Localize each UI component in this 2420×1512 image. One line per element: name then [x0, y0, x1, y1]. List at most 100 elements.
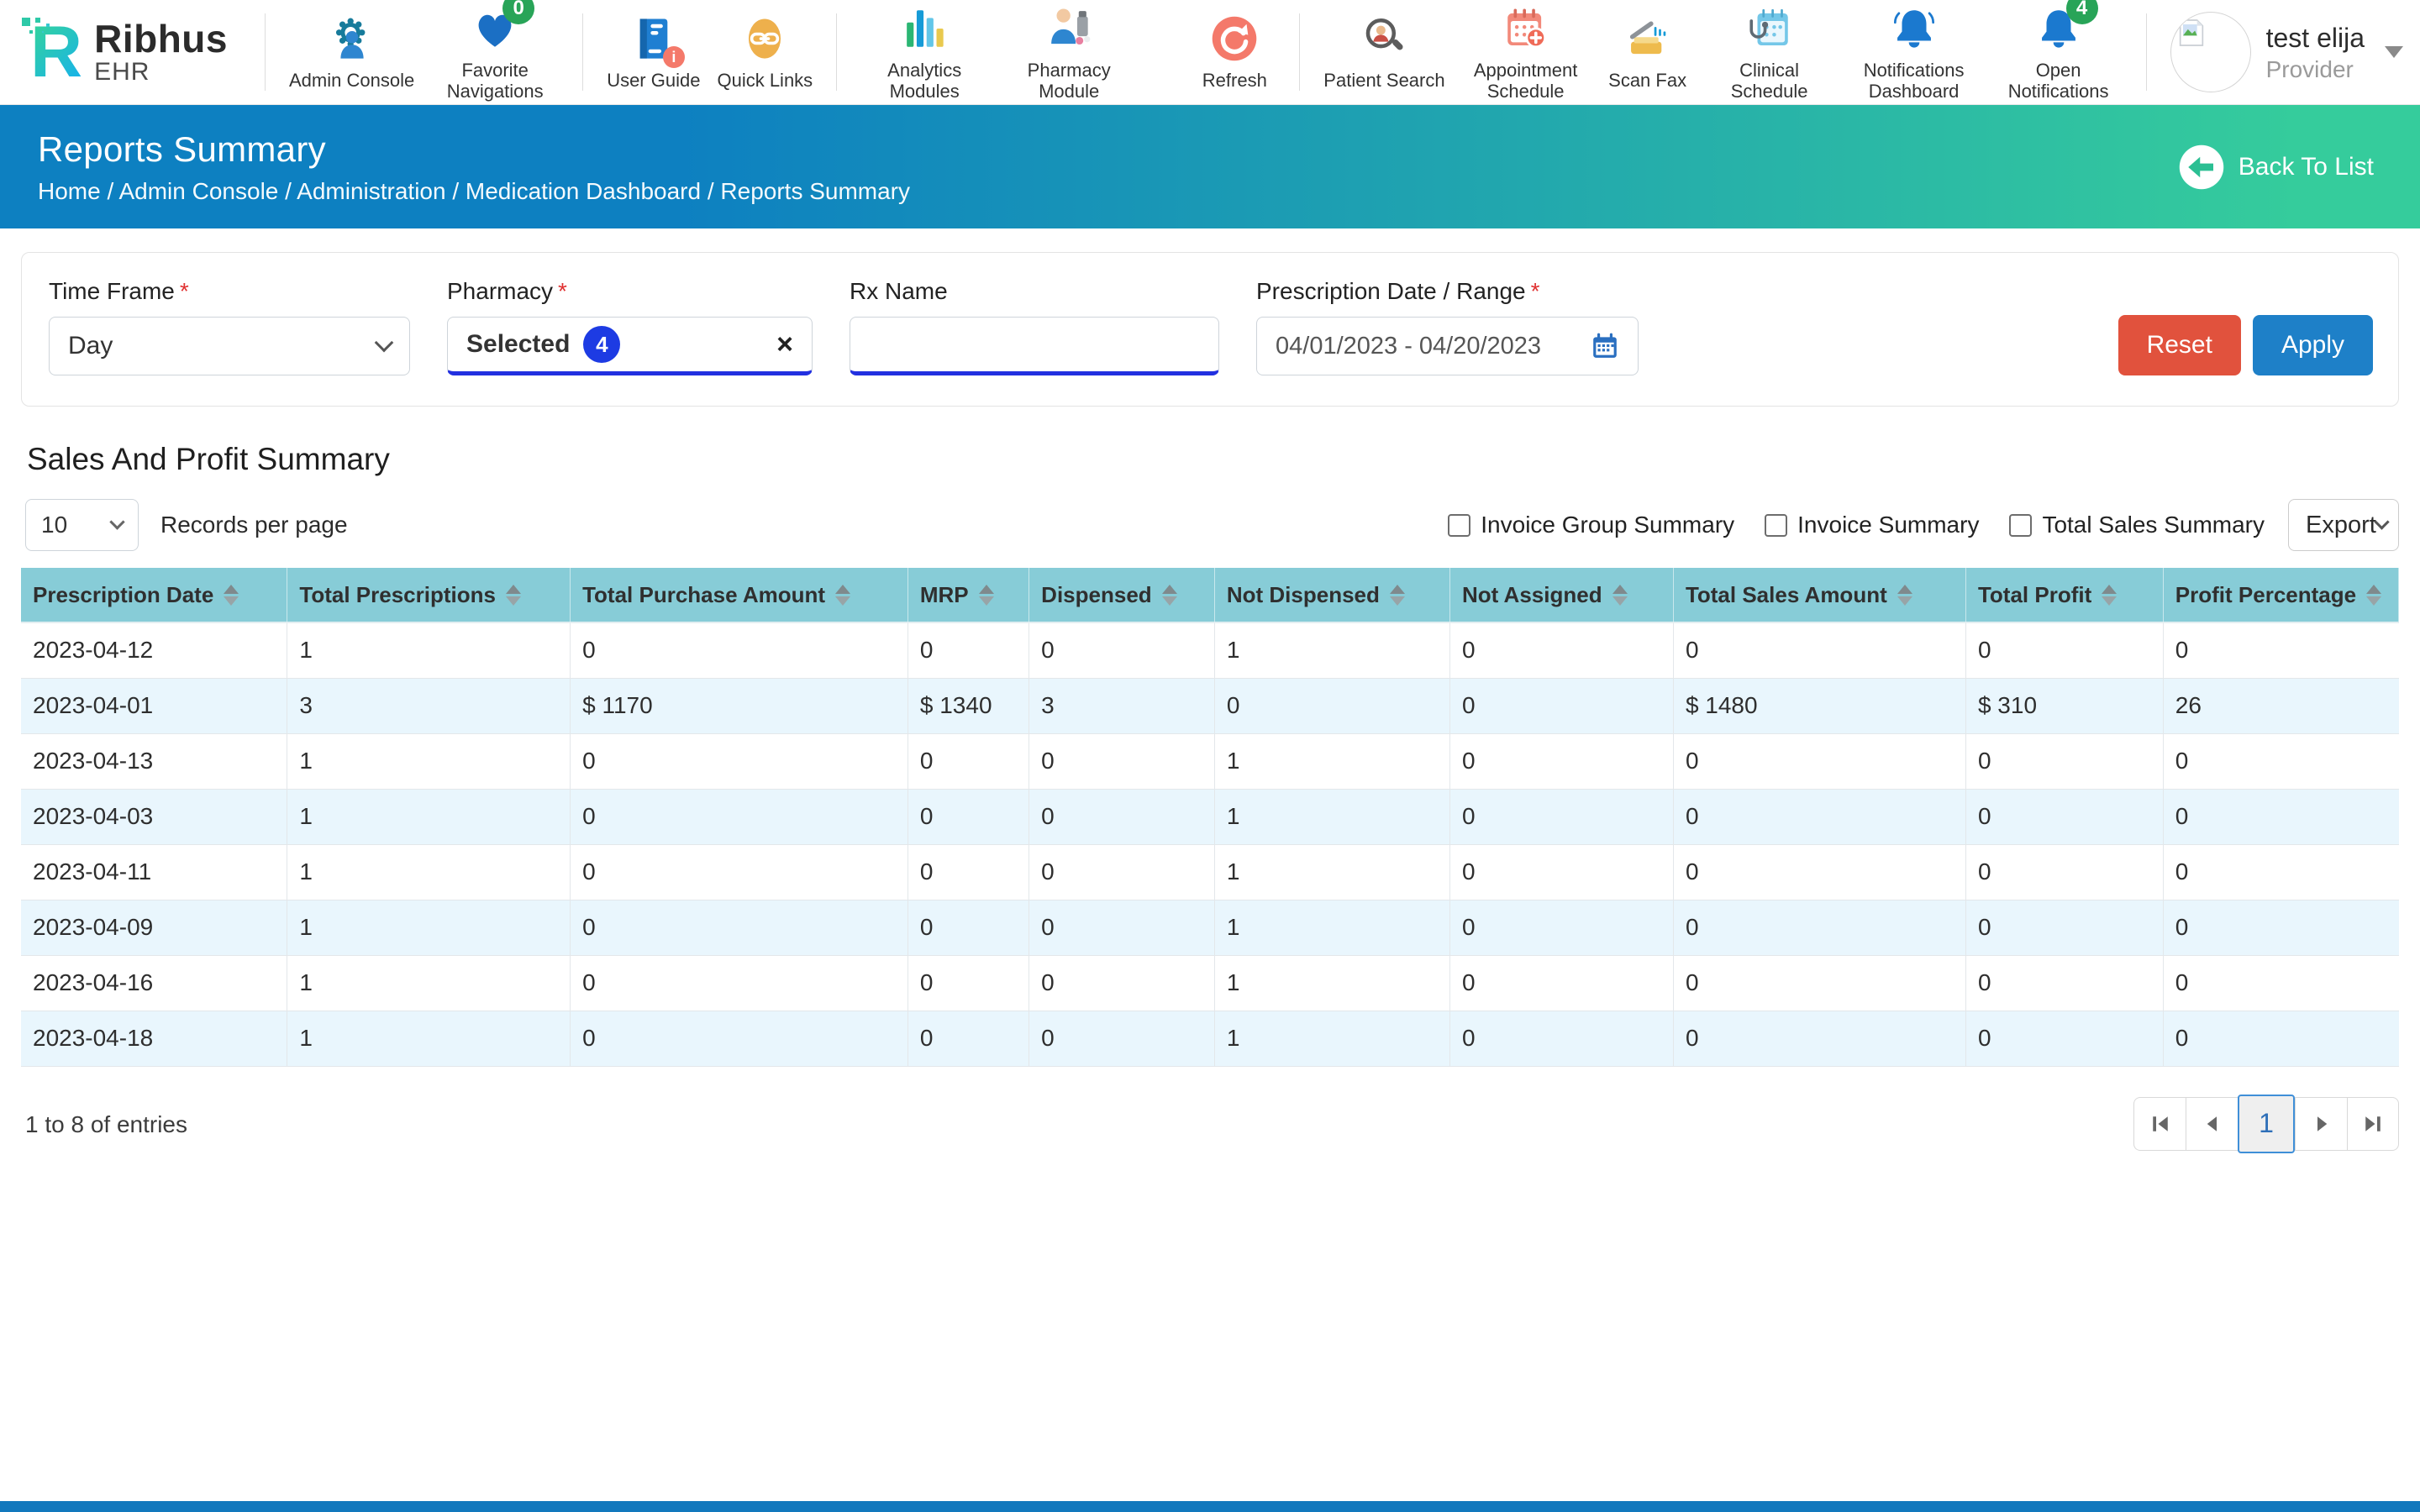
table-cell: 0	[908, 900, 1028, 955]
table-cell: 1	[287, 1011, 571, 1066]
book-icon: i	[629, 13, 678, 65]
clear-icon[interactable]: ×	[776, 330, 793, 359]
pagination: 1	[2133, 1097, 2399, 1153]
brand-name: Ribhus	[94, 18, 228, 59]
pharmacy-multiselect[interactable]: Selected 4 ×	[447, 317, 813, 375]
sort-icon[interactable]	[979, 585, 994, 606]
table-cell: 0	[1673, 733, 1965, 789]
user-menu[interactable]: test elija Provider	[2170, 12, 2403, 92]
sort-icon[interactable]	[1897, 585, 1912, 606]
nav-scan-fax[interactable]: Scan Fax	[1598, 9, 1697, 94]
nav-label: Refresh	[1202, 70, 1267, 91]
column-header[interactable]: Total Purchase Amount	[571, 568, 908, 622]
nav-appointment-schedule[interactable]: Appointment Schedule	[1454, 0, 1598, 105]
column-header[interactable]: Total Sales Amount	[1673, 568, 1965, 622]
table-cell: 0	[1449, 678, 1673, 733]
nav-patient-search[interactable]: Patient Search	[1315, 9, 1453, 94]
table-cell: 0	[1673, 900, 1965, 955]
nav-pharmacy-module[interactable]: Pharmacy Module	[997, 0, 1141, 105]
nav-label: Patient Search	[1323, 70, 1444, 91]
page-title: Reports Summary	[38, 129, 910, 170]
total-sales-summary-checkbox[interactable]: Total Sales Summary	[2009, 512, 2265, 538]
column-header[interactable]: Total Profit	[1965, 568, 2163, 622]
table-cell: 0	[571, 622, 908, 678]
table-row: 2023-04-12100010000	[21, 622, 2399, 678]
date-range-input[interactable]: 04/01/2023 - 04/20/2023	[1256, 317, 1639, 375]
export-button[interactable]: Export	[2288, 499, 2399, 551]
records-per-page-select[interactable]: 10	[25, 499, 139, 551]
reset-button[interactable]: Reset	[2118, 315, 2241, 375]
rx-name-input[interactable]	[869, 318, 1200, 371]
next-page-icon	[2309, 1111, 2334, 1137]
invoice-group-summary-checkbox[interactable]: Invoice Group Summary	[1448, 512, 1734, 538]
calendar-icon[interactable]	[1591, 332, 1619, 360]
bell-icon	[1890, 3, 1939, 55]
table-cell: 0	[1965, 900, 2163, 955]
table-cell: 0	[2163, 955, 2398, 1011]
sort-icon[interactable]	[506, 585, 521, 606]
column-header[interactable]: Total Prescriptions	[287, 568, 571, 622]
sort-icon[interactable]	[1162, 585, 1177, 606]
first-page-button[interactable]	[2133, 1097, 2186, 1151]
sort-icon[interactable]	[224, 585, 239, 606]
sort-icon[interactable]	[1390, 585, 1405, 606]
sort-icon[interactable]	[2366, 585, 2381, 606]
nav-user-guide[interactable]: i User Guide	[598, 9, 708, 94]
back-to-list-button[interactable]: Back To List	[2178, 144, 2374, 191]
time-frame-select[interactable]: Day	[49, 317, 410, 375]
next-page-button[interactable]	[2295, 1097, 2347, 1151]
filter-panel: Time Frame* Day Pharmacy* Selected 4 × R…	[21, 252, 2399, 407]
table-cell: 2023-04-13	[21, 733, 287, 789]
brand-logo[interactable]: R Ribhus EHR	[25, 16, 228, 88]
nav-refresh[interactable]: Refresh	[1185, 9, 1284, 94]
required-asterisk: *	[558, 278, 567, 304]
table-header: Prescription DateTotal PrescriptionsTota…	[21, 568, 2399, 622]
heart-icon: 0	[471, 3, 519, 55]
sort-icon[interactable]	[1612, 585, 1628, 606]
last-page-icon	[2360, 1111, 2386, 1137]
table-cell: 0	[1029, 1011, 1215, 1066]
date-range-value: 04/01/2023 - 04/20/2023	[1276, 333, 1541, 360]
sort-icon[interactable]	[2102, 585, 2117, 606]
column-header[interactable]: MRP	[908, 568, 1028, 622]
table-cell: 1	[1214, 844, 1449, 900]
table-cell: 2023-04-11	[21, 844, 287, 900]
nav-quick-links[interactable]: Quick Links	[708, 9, 821, 94]
column-header[interactable]: Not Dispensed	[1214, 568, 1449, 622]
table-controls: 10 Records per page Invoice Group Summar…	[25, 499, 2399, 551]
last-page-button[interactable]	[2347, 1097, 2399, 1151]
broken-image-icon	[2175, 16, 2208, 50]
back-arrow-icon	[2178, 144, 2225, 191]
sort-icon[interactable]	[835, 585, 850, 606]
column-header[interactable]: Profit Percentage	[2163, 568, 2398, 622]
nav-favorite-navigations[interactable]: 0 Favorite Navigations	[423, 0, 567, 105]
current-page-button[interactable]: 1	[2238, 1095, 2295, 1153]
column-header[interactable]: Not Assigned	[1449, 568, 1673, 622]
pharmacy-count-badge: 4	[583, 326, 620, 363]
export-label: Export	[2306, 512, 2376, 539]
nav-admin-console[interactable]: Admin Console	[281, 9, 423, 94]
previous-page-button[interactable]	[2186, 1097, 2238, 1151]
apply-button[interactable]: Apply	[2253, 315, 2373, 375]
clinical-calendar-icon	[1745, 3, 1794, 55]
nav-analytics-modules[interactable]: Analytics Modules	[852, 0, 997, 105]
column-header[interactable]: Prescription Date	[21, 568, 287, 622]
table-cell: 1	[287, 789, 571, 844]
nav-open-notifications[interactable]: 4 Open Notifications	[1986, 0, 2131, 105]
table-row: 2023-04-13100010000	[21, 733, 2399, 789]
table-row: 2023-04-03100010000	[21, 789, 2399, 844]
table-cell: $ 1170	[571, 678, 908, 733]
column-header[interactable]: Dispensed	[1029, 568, 1215, 622]
invoice-summary-checkbox[interactable]: Invoice Summary	[1765, 512, 1979, 538]
checkbox-icon	[1765, 514, 1787, 537]
breadcrumb[interactable]: Home / Admin Console / Administration / …	[38, 178, 910, 205]
table-cell: 2023-04-16	[21, 955, 287, 1011]
nav-label: Notifications Dashboard	[1850, 60, 1978, 102]
table-cell: 1	[1214, 789, 1449, 844]
nav-notifications-dashboard[interactable]: Notifications Dashboard	[1842, 0, 1986, 105]
sales-profit-table: Prescription DateTotal PrescriptionsTota…	[21, 568, 2399, 1067]
nav-clinical-schedule[interactable]: Clinical Schedule	[1697, 0, 1842, 105]
chevron-down-icon	[2374, 514, 2389, 529]
table-cell: 2023-04-03	[21, 789, 287, 844]
pharmacist-icon	[1044, 3, 1093, 55]
